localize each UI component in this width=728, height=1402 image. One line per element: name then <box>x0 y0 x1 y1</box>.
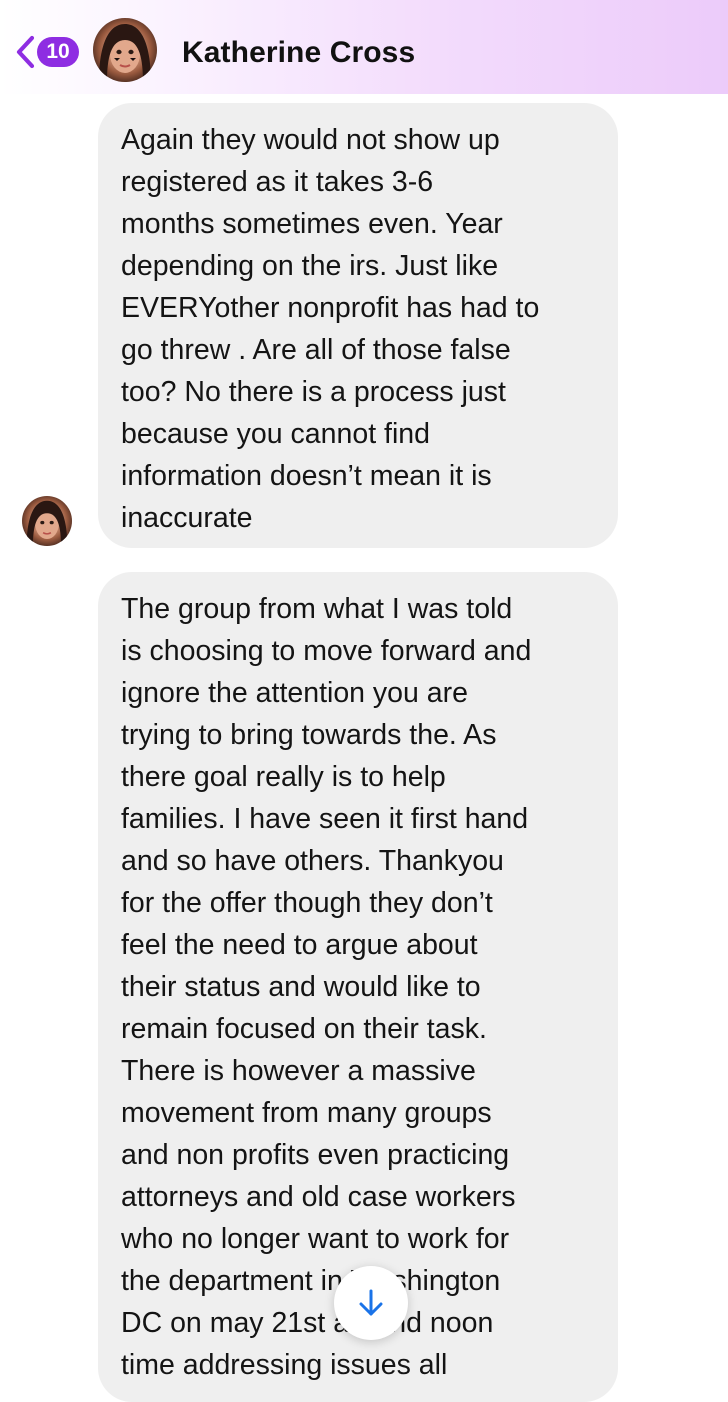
contact-name[interactable]: Katherine Cross <box>182 34 415 72</box>
scroll-to-bottom-button[interactable] <box>334 1266 408 1340</box>
chat-header: 10 Katherine Cross <box>0 0 728 94</box>
arrow-down-icon <box>359 1289 383 1316</box>
contact-avatar[interactable] <box>93 18 157 82</box>
message-bubble[interactable]: Again they would not show up registered … <box>98 103 618 548</box>
unread-count-badge: 10 <box>37 37 79 67</box>
sender-avatar[interactable] <box>22 496 72 546</box>
back-button[interactable]: 10 <box>14 34 79 70</box>
chevron-left-icon <box>16 35 35 69</box>
